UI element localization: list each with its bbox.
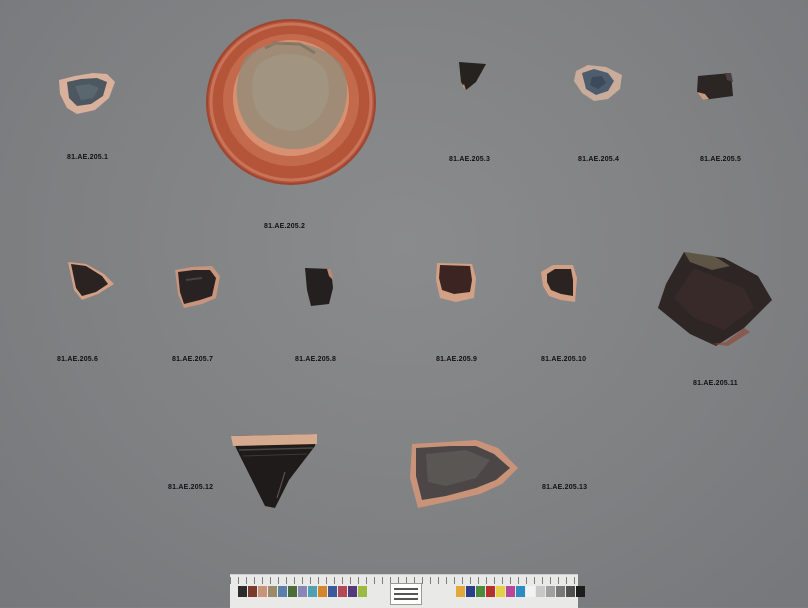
color-swatch xyxy=(456,586,465,597)
sherd-81-ae-205-5 xyxy=(695,70,735,102)
sherd-81-ae-205-13 xyxy=(406,438,520,510)
label-205-12: 81.AE.205.12 xyxy=(168,484,214,491)
sherd-81-ae-205-6 xyxy=(64,258,116,302)
label-205-11: 81.AE.205.11 xyxy=(693,380,738,387)
color-swatches-left xyxy=(238,586,367,597)
sherd-81-ae-205-9 xyxy=(434,260,478,304)
color-swatch xyxy=(328,586,337,597)
color-swatch xyxy=(526,586,535,597)
label-205-4: 81.AE.205.4 xyxy=(578,156,620,163)
sherd-81-ae-205-1 xyxy=(55,70,117,118)
plate-81-ae-205-2 xyxy=(205,18,377,186)
color-swatch xyxy=(348,586,357,597)
sherd-81-ae-205-11 xyxy=(654,248,774,350)
color-swatch xyxy=(476,586,485,597)
color-swatch xyxy=(338,586,347,597)
color-swatch xyxy=(516,586,525,597)
scale-card xyxy=(390,583,422,605)
color-swatches-right xyxy=(456,586,585,597)
color-swatch xyxy=(358,586,367,597)
color-swatch xyxy=(298,586,307,597)
color-swatch xyxy=(486,586,495,597)
sherd-81-ae-205-12 xyxy=(229,432,321,512)
label-205-8: 81.AE.205.8 xyxy=(295,356,337,363)
color-swatch xyxy=(576,586,585,597)
label-205-2: 81.AE.205.2 xyxy=(264,223,306,230)
label-205-3: 81.AE.205.3 xyxy=(449,156,491,163)
label-205-7: 81.AE.205.7 xyxy=(172,356,214,363)
color-swatch xyxy=(506,586,515,597)
label-205-1: 81.AE.205.1 xyxy=(67,154,109,161)
color-swatch xyxy=(556,586,565,597)
color-calibration-chart xyxy=(230,574,585,608)
label-205-9: 81.AE.205.9 xyxy=(436,356,478,363)
color-swatch xyxy=(496,586,505,597)
color-swatch xyxy=(278,586,287,597)
sherd-81-ae-205-10 xyxy=(539,262,579,304)
sherd-81-ae-205-8 xyxy=(301,266,335,308)
color-swatch xyxy=(546,586,555,597)
sherd-81-ae-205-4 xyxy=(572,63,626,103)
color-swatch xyxy=(318,586,327,597)
color-swatch xyxy=(258,586,267,597)
color-swatch xyxy=(288,586,297,597)
label-205-10: 81.AE.205.10 xyxy=(541,356,587,363)
sherd-81-ae-205-7 xyxy=(172,264,222,310)
color-swatch xyxy=(536,586,545,597)
color-swatch xyxy=(308,586,317,597)
sherd-81-ae-205-3 xyxy=(456,60,488,92)
label-205-5: 81.AE.205.5 xyxy=(700,156,742,163)
color-swatch xyxy=(238,586,247,597)
color-swatch xyxy=(466,586,475,597)
label-205-6: 81.AE.205.6 xyxy=(57,356,99,363)
color-swatch xyxy=(566,586,575,597)
color-swatch xyxy=(268,586,277,597)
color-swatch xyxy=(248,586,257,597)
label-205-13: 81.AE.205.13 xyxy=(542,484,588,491)
